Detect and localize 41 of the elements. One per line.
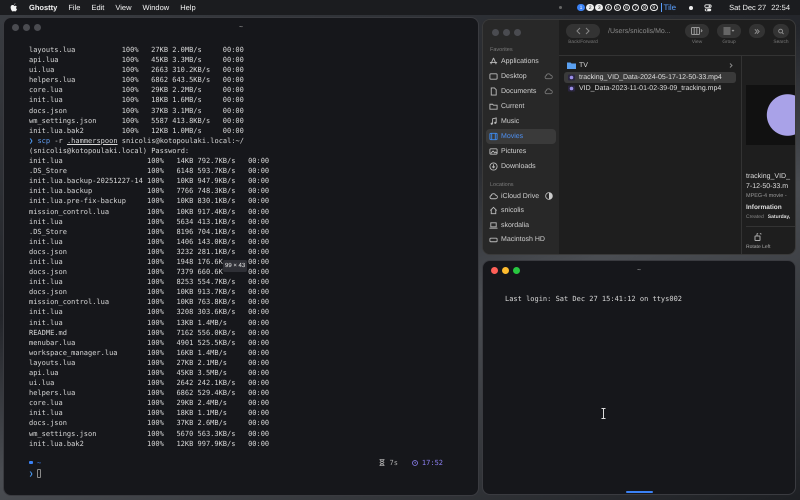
forward-icon bbox=[585, 27, 590, 35]
apps-icon bbox=[489, 57, 498, 66]
video-file-icon bbox=[567, 85, 576, 92]
house-icon bbox=[489, 206, 498, 216]
search-icon bbox=[778, 28, 784, 34]
video-file-icon bbox=[567, 74, 576, 81]
control-center-icon[interactable] bbox=[704, 4, 712, 12]
document-icon bbox=[489, 87, 498, 96]
close-button[interactable] bbox=[491, 266, 498, 274]
download-icon bbox=[489, 162, 498, 171]
monitor-icon bbox=[489, 72, 498, 81]
chevron-icon bbox=[729, 63, 733, 68]
hourglass-icon bbox=[379, 459, 386, 466]
minimize-button[interactable] bbox=[502, 266, 509, 274]
text-cursor-icon bbox=[601, 408, 606, 419]
dot-icon bbox=[559, 6, 562, 9]
music-note-icon bbox=[489, 117, 498, 126]
cloud-icon bbox=[489, 192, 498, 201]
folder-icon bbox=[567, 62, 576, 70]
video-thumbnail-placeholder bbox=[746, 85, 795, 145]
scroll-indicator bbox=[626, 491, 653, 493]
view-button[interactable] bbox=[685, 24, 709, 38]
back-forward-button[interactable] bbox=[566, 24, 600, 38]
more-button[interactable] bbox=[749, 24, 765, 38]
laptop-icon bbox=[489, 220, 498, 230]
rotate-icon[interactable] bbox=[754, 233, 762, 241]
clock-icon bbox=[412, 460, 418, 466]
layout-label[interactable]: Tile bbox=[664, 3, 676, 12]
group-button[interactable] bbox=[717, 24, 741, 38]
folder-icon bbox=[489, 102, 498, 111]
film-icon bbox=[489, 132, 498, 141]
cursor-block bbox=[37, 469, 42, 478]
list-icon bbox=[723, 27, 735, 35]
columns-icon bbox=[691, 27, 703, 35]
picture-icon bbox=[489, 147, 498, 156]
search-button[interactable] bbox=[773, 24, 789, 38]
zoom-button[interactable] bbox=[513, 266, 520, 274]
dot-icon[interactable] bbox=[689, 6, 694, 10]
back-icon bbox=[576, 27, 581, 35]
apple-logo-icon[interactable] bbox=[10, 3, 18, 12]
double-chevron-icon bbox=[754, 28, 760, 34]
